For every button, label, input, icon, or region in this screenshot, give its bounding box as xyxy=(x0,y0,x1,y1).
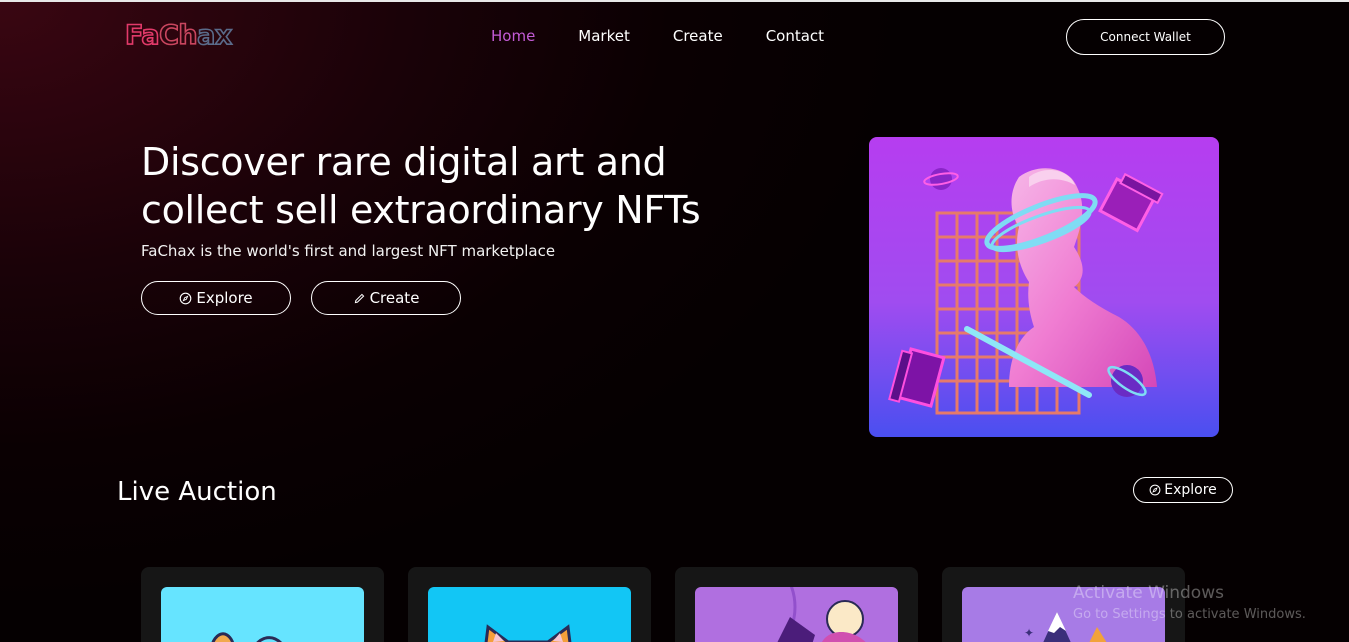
compass-icon xyxy=(1149,484,1161,496)
activate-windows-hint: Go to Settings to activate Windows. xyxy=(1073,607,1306,622)
auction-card-thumbnail[interactable] xyxy=(428,587,631,642)
hero-title-line: Discover rare digital art and xyxy=(141,140,667,184)
auction-card[interactable] xyxy=(408,567,651,642)
nav-home[interactable]: Home xyxy=(491,27,535,45)
cat-illustration xyxy=(484,624,572,642)
auction-card[interactable] xyxy=(141,567,384,642)
nav-market[interactable]: Market xyxy=(578,27,630,45)
auction-card-thumbnail[interactable] xyxy=(161,587,364,642)
live-auction-explore-button[interactable]: Explore xyxy=(1133,477,1233,503)
cat-illustration xyxy=(211,632,283,642)
create-button-label: Create xyxy=(369,289,420,307)
top-border xyxy=(0,0,1349,2)
auction-card[interactable]: ✦ xyxy=(942,567,1185,642)
live-auction-explore-label: Explore xyxy=(1164,482,1217,498)
connect-wallet-button[interactable]: Connect Wallet xyxy=(1066,19,1225,55)
witch-illustration xyxy=(777,587,866,642)
auction-card-thumbnail[interactable] xyxy=(695,587,898,642)
nav-contact[interactable]: Contact xyxy=(766,27,824,45)
nav-create[interactable]: Create xyxy=(673,27,723,45)
activate-windows-watermark: Activate Windows xyxy=(1073,583,1224,603)
hero-title: Discover rare digital art and collect se… xyxy=(141,138,821,234)
create-button[interactable]: Create xyxy=(311,281,461,315)
auction-card[interactable] xyxy=(675,567,918,642)
live-auction-title: Live Auction xyxy=(117,477,277,507)
pencil-icon xyxy=(354,293,364,303)
main-nav: Home Market Create Contact xyxy=(491,27,867,45)
hero-artwork xyxy=(869,137,1219,437)
logo-part: Ch xyxy=(158,19,198,52)
hero-title-line: collect sell extraordinary NFTs xyxy=(141,188,701,232)
logo-part: Fa xyxy=(124,19,160,52)
nft-bust-illustration xyxy=(869,137,1219,437)
hero-subtitle: FaChax is the world's first and largest … xyxy=(141,242,556,260)
logo-part: ax xyxy=(196,19,233,52)
explore-button-label: Explore xyxy=(196,289,253,307)
logo[interactable]: FaChax xyxy=(124,19,233,52)
svg-text:✦: ✦ xyxy=(1024,626,1034,640)
explore-button[interactable]: Explore xyxy=(141,281,291,315)
compass-icon xyxy=(179,292,192,304)
